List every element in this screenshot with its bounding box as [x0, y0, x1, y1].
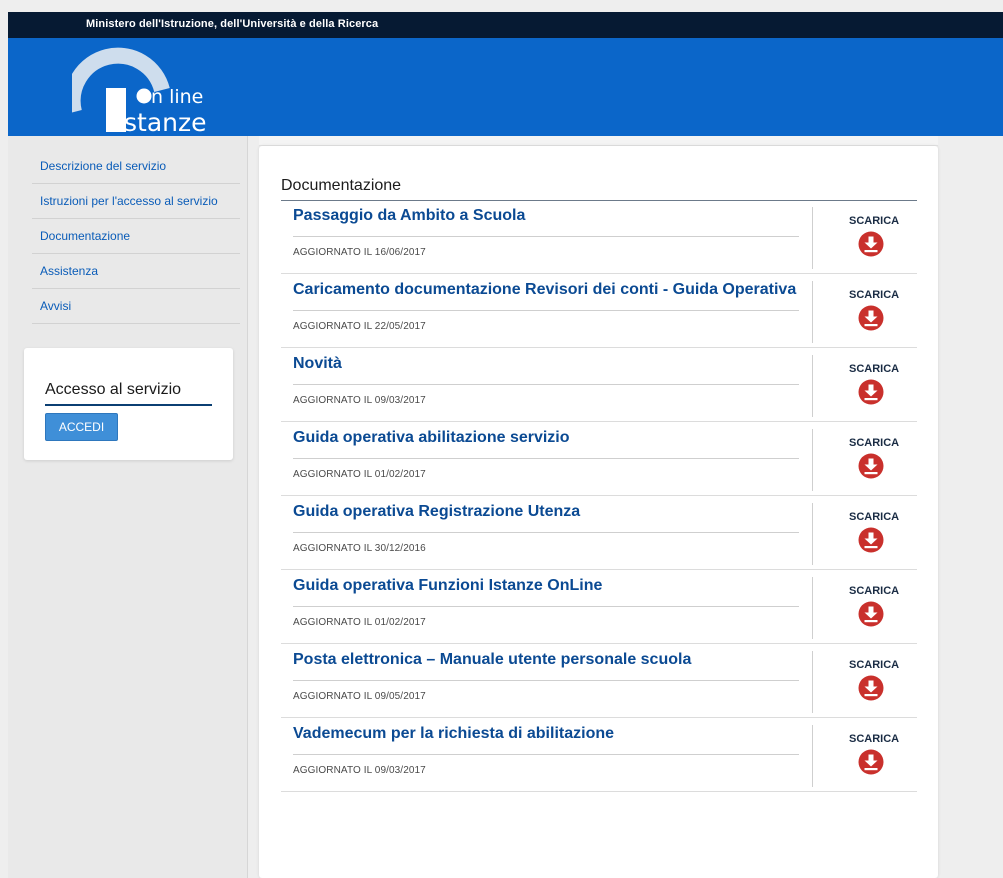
document-updated-date: AGGIORNATO IL 30/12/2016 [293, 543, 426, 554]
document-info: Vademecum per la richiesta di abilitazio… [281, 718, 799, 791]
document-row: Passaggio da Ambito a Scuola AGGIORNATO … [281, 200, 917, 274]
document-download: SCARICA [812, 355, 916, 417]
istanze-online-logo[interactable]: n line stanze [72, 46, 252, 137]
access-title: Accesso al servizio [45, 381, 212, 406]
document-title-link[interactable]: Guida operativa Registrazione Utenza [293, 503, 799, 520]
section-title: Documentazione [281, 177, 917, 201]
document-download: SCARICA [812, 281, 916, 343]
document-row: Guida operativa abilitazione servizio AG… [281, 422, 917, 496]
scarica-label[interactable]: SCARICA [849, 363, 899, 375]
document-info: Posta elettronica – Manuale utente perso… [281, 644, 799, 717]
document-row: Posta elettronica – Manuale utente perso… [281, 644, 917, 718]
document-download: SCARICA [812, 577, 916, 639]
document-info: Caricamento documentazione Revisori dei … [281, 274, 799, 347]
document-row: Caricamento documentazione Revisori dei … [281, 274, 917, 348]
document-list: Passaggio da Ambito a Scuola AGGIORNATO … [281, 200, 917, 792]
ministry-bar: Ministero dell'Istruzione, dell'Universi… [8, 12, 1003, 38]
document-row: Guida operativa Funzioni Istanze OnLine … [281, 570, 917, 644]
download-icon[interactable] [858, 527, 884, 553]
document-title-link[interactable]: Posta elettronica – Manuale utente perso… [293, 651, 799, 668]
download-icon[interactable] [858, 749, 884, 775]
logo-text-istanze: stanze [124, 108, 207, 137]
download-icon[interactable] [858, 675, 884, 701]
download-icon[interactable] [858, 231, 884, 257]
sidebar: Descrizione del servizio Istruzioni per … [8, 136, 248, 878]
document-title-link[interactable]: Caricamento documentazione Revisori dei … [293, 281, 799, 298]
scarica-label[interactable]: SCARICA [849, 511, 899, 523]
document-row: Vademecum per la richiesta di abilitazio… [281, 718, 917, 792]
accedi-button[interactable]: ACCEDI [45, 413, 118, 441]
document-info: Passaggio da Ambito a Scuola AGGIORNATO … [281, 200, 799, 273]
document-updated-date: AGGIORNATO IL 01/02/2017 [293, 469, 426, 480]
download-icon[interactable] [858, 601, 884, 627]
document-info: Guida operativa abilitazione servizio AG… [281, 422, 799, 495]
sidebar-item-istruzioni[interactable]: Istruzioni per l'accesso al servizio [32, 184, 240, 219]
document-updated-date: AGGIORNATO IL 16/06/2017 [293, 247, 426, 258]
document-updated-date: AGGIORNATO IL 09/05/2017 [293, 691, 426, 702]
document-info: Guida operativa Registrazione Utenza AGG… [281, 496, 799, 569]
document-download: SCARICA [812, 207, 916, 269]
logo-text-online: n line [151, 86, 204, 108]
scarica-label[interactable]: SCARICA [849, 437, 899, 449]
document-info: Novità AGGIORNATO IL 09/03/2017 [281, 348, 799, 421]
download-icon[interactable] [858, 453, 884, 479]
sidebar-item-documentazione[interactable]: Documentazione [32, 219, 240, 254]
document-info: Guida operativa Funzioni Istanze OnLine … [281, 570, 799, 643]
ministry-name: Ministero dell'Istruzione, dell'Universi… [86, 18, 379, 30]
document-title-link[interactable]: Guida operativa abilitazione servizio [293, 429, 799, 446]
site-header: n line stanze [8, 38, 1003, 136]
download-icon[interactable] [858, 379, 884, 405]
sidebar-item-descrizione[interactable]: Descrizione del servizio [32, 150, 240, 184]
document-title-link[interactable]: Guida operativa Funzioni Istanze OnLine [293, 577, 799, 594]
document-title-link[interactable]: Vademecum per la richiesta di abilitazio… [293, 725, 799, 742]
sidebar-nav: Descrizione del servizio Istruzioni per … [32, 150, 240, 324]
sidebar-item-assistenza[interactable]: Assistenza [32, 254, 240, 289]
scarica-label[interactable]: SCARICA [849, 215, 899, 227]
main-content: Documentazione Passaggio da Ambito a Scu… [259, 146, 938, 878]
document-row: Novità AGGIORNATO IL 09/03/2017 SCARICA [281, 348, 917, 422]
document-updated-date: AGGIORNATO IL 09/03/2017 [293, 395, 426, 406]
document-download: SCARICA [812, 725, 916, 787]
document-download: SCARICA [812, 651, 916, 713]
document-download: SCARICA [812, 429, 916, 491]
main-top-strip [259, 136, 938, 146]
document-updated-date: AGGIORNATO IL 01/02/2017 [293, 617, 426, 628]
document-download: SCARICA [812, 503, 916, 565]
document-title-link[interactable]: Novità [293, 355, 799, 372]
access-box: Accesso al servizio ACCEDI [24, 348, 233, 460]
scarica-label[interactable]: SCARICA [849, 585, 899, 597]
document-row: Guida operativa Registrazione Utenza AGG… [281, 496, 917, 570]
sidebar-item-avvisi[interactable]: Avvisi [32, 289, 240, 324]
document-updated-date: AGGIORNATO IL 22/05/2017 [293, 321, 426, 332]
scarica-label[interactable]: SCARICA [849, 659, 899, 671]
scarica-label[interactable]: SCARICA [849, 289, 899, 301]
document-title-link[interactable]: Passaggio da Ambito a Scuola [293, 207, 799, 224]
document-updated-date: AGGIORNATO IL 09/03/2017 [293, 765, 426, 776]
scarica-label[interactable]: SCARICA [849, 733, 899, 745]
download-icon[interactable] [858, 305, 884, 331]
